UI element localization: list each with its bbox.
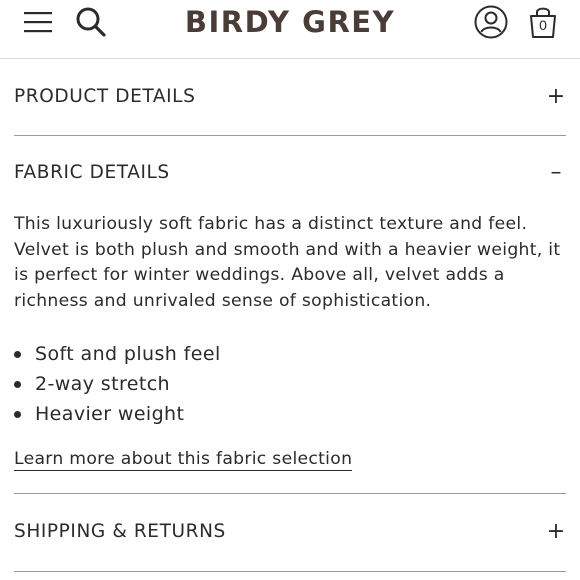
list-item: Soft and plush feel xyxy=(14,339,221,369)
divider xyxy=(14,571,566,572)
accordion-fabric-details[interactable]: FABRIC DETAILS – xyxy=(14,160,566,185)
accordion-product-details[interactable]: PRODUCT DETAILS + xyxy=(14,84,566,109)
expand-plus-icon[interactable]: + xyxy=(546,519,566,544)
learn-more-fabric-link[interactable]: Learn more about this fabric selection xyxy=(14,449,353,471)
search-icon xyxy=(76,7,106,37)
cart-count-badge: 0 xyxy=(539,17,547,33)
list-item: Heavier weight xyxy=(14,399,221,429)
list-item: 2-way stretch xyxy=(14,369,221,399)
account-icon xyxy=(474,5,508,39)
cart-button[interactable]: 0 xyxy=(526,4,560,40)
brand-logo[interactable]: BIRDY GREY xyxy=(140,4,440,40)
search-button[interactable] xyxy=(74,5,108,39)
fabric-features-list: Soft and plush feel 2-way stretch Heavie… xyxy=(14,339,221,429)
account-button[interactable] xyxy=(472,4,510,40)
hamburger-menu-icon xyxy=(24,12,52,33)
site-header: BIRDY GREY 0 xyxy=(0,0,580,59)
fabric-description: This luxuriously soft fabric has a disti… xyxy=(14,214,561,311)
menu-button[interactable] xyxy=(22,8,54,36)
shipping-returns-title: SHIPPING & RETURNS xyxy=(14,521,226,542)
collapse-minus-icon[interactable]: – xyxy=(546,160,566,185)
expand-plus-icon[interactable]: + xyxy=(546,84,566,109)
accordion-shipping-returns[interactable]: SHIPPING & RETURNS + xyxy=(14,519,566,544)
divider xyxy=(14,135,566,136)
fabric-details-title: FABRIC DETAILS xyxy=(14,162,170,183)
product-details-title: PRODUCT DETAILS xyxy=(14,86,196,107)
divider xyxy=(14,493,566,494)
